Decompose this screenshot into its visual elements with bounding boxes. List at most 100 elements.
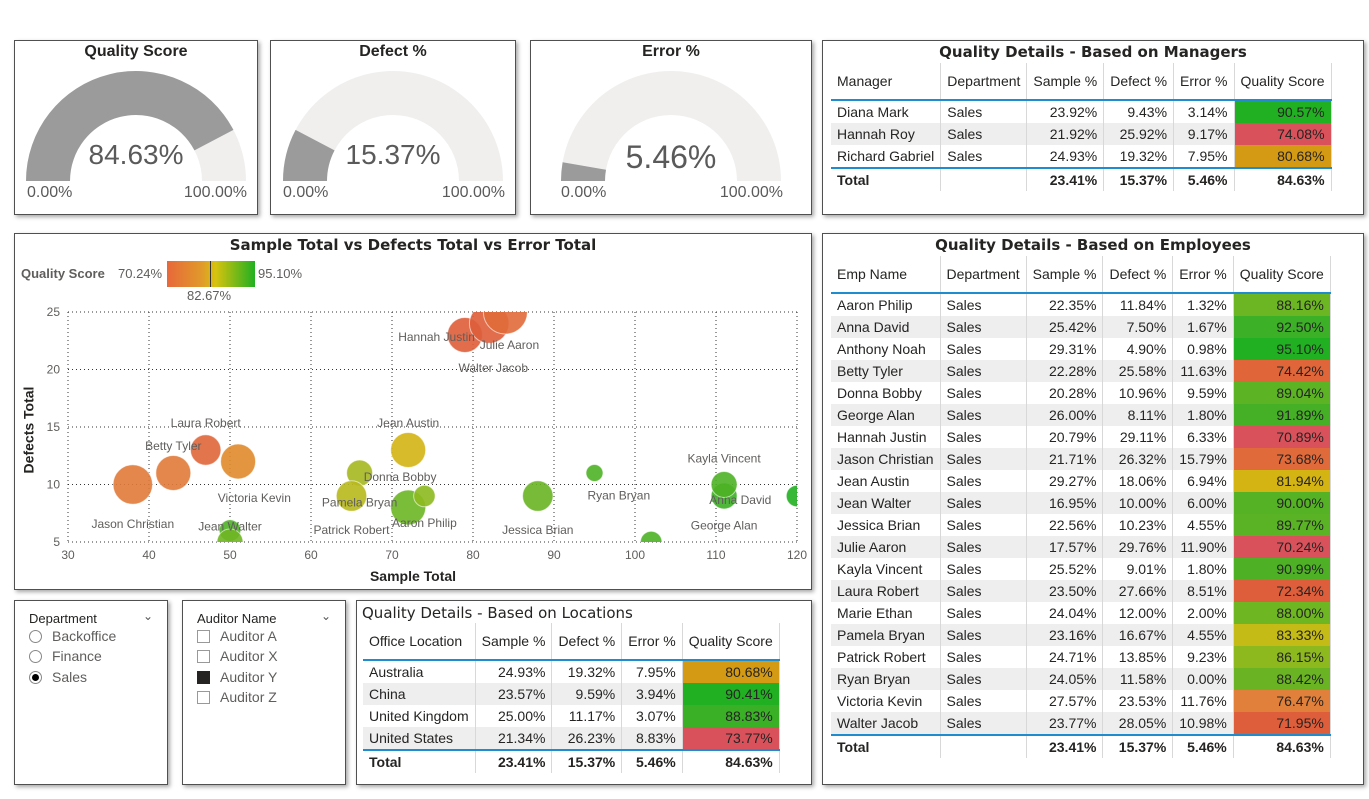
table-cell: 4.55% <box>1172 514 1234 536</box>
department-option-finance[interactable]: Finance <box>29 648 102 664</box>
scatter-point <box>482 312 528 335</box>
table-row[interactable]: China 23.57% 9.59% 3.94% 90.41% <box>363 683 780 705</box>
option-label: Auditor X <box>220 648 278 664</box>
table-row[interactable]: Betty Tyler Sales 22.28% 25.58% 11.63% 74.42% <box>831 360 1331 382</box>
table-row[interactable]: George Alan Sales 26.00% 8.11% 1.80% 91.89% <box>831 404 1331 426</box>
table-row[interactable]: Ryan Bryan Sales 24.05% 11.58% 0.00% 88.42% <box>831 668 1331 690</box>
table-cell: 9.01% <box>1102 558 1174 580</box>
column-header[interactable]: Department <box>940 256 1027 294</box>
chevron-down-icon[interactable]: ⌄ <box>321 609 331 623</box>
table-cell: Sales <box>940 492 1027 514</box>
table-row[interactable]: United States 21.34% 26.23% 8.83% 73.77% <box>363 727 780 750</box>
table-cell: 23.50% <box>1026 580 1104 602</box>
table-cell: 18.06% <box>1102 470 1174 492</box>
table-row[interactable]: Walter Jacob Sales 23.77% 28.05% 10.98% 71.95… <box>831 712 1331 735</box>
table-row[interactable]: United Kingdom 25.00% 11.17% 3.07% 88.83% <box>363 705 780 727</box>
table-cell: 11.17% <box>551 705 623 727</box>
table-cell: 9.59% <box>551 683 623 705</box>
column-header[interactable]: Quality Score <box>1234 63 1332 101</box>
checkbox-checked-icon[interactable] <box>197 670 210 684</box>
employees-table: Emp Name Department Sample % Defect % Error … <box>831 256 1331 758</box>
table-row[interactable]: Hannah Justin Sales 20.79% 29.11% 6.33% 70.89… <box>831 426 1331 448</box>
chevron-down-icon[interactable]: ⌄ <box>143 609 153 623</box>
table-row[interactable]: Donna Bobby Sales 20.28% 10.96% 9.59% 89.04% <box>831 382 1331 404</box>
table-row[interactable]: Julie Aaron Sales 17.57% 29.76% 11.90% 70.24% <box>831 536 1331 558</box>
column-header[interactable]: Quality Score <box>1233 256 1331 294</box>
checkbox-icon[interactable] <box>197 629 210 643</box>
table-cell: 23.16% <box>1026 624 1104 646</box>
table-cell: 86.15% <box>1233 646 1331 668</box>
table-row[interactable]: Diana Mark Sales 23.92% 9.43% 3.14% 90.57% <box>831 100 1332 123</box>
table-row[interactable]: Marie Ethan Sales 24.04% 12.00% 2.00% 88.00% <box>831 602 1331 624</box>
scatter-point <box>220 443 257 480</box>
table-row[interactable]: Patrick Robert Sales 24.71% 13.85% 9.23% 86.1… <box>831 646 1331 668</box>
table-row[interactable]: Pamela Bryan Sales 23.16% 16.67% 4.55% 83.33% <box>831 624 1331 646</box>
table-cell: 3.94% <box>621 683 683 705</box>
table-row[interactable]: Jessica Brian Sales 22.56% 10.23% 4.55% 89.77… <box>831 514 1331 536</box>
column-header[interactable]: Defect % <box>1102 256 1174 294</box>
column-header[interactable]: Manager <box>831 63 942 101</box>
table-cell: Jean Austin <box>831 470 941 492</box>
column-header[interactable]: Error % <box>1172 256 1234 294</box>
table-cell: 3.07% <box>621 705 683 727</box>
table-cell: 22.56% <box>1026 514 1104 536</box>
department-option-sales[interactable]: Sales <box>29 669 87 685</box>
table-cell: 24.71% <box>1026 646 1104 668</box>
column-header[interactable]: Department <box>940 63 1028 101</box>
column-header[interactable]: Sample % <box>1026 256 1104 294</box>
table-cell: Sales <box>940 404 1027 426</box>
column-header[interactable]: Quality Score <box>682 623 780 661</box>
table-cell: 88.42% <box>1233 668 1331 690</box>
checkbox-icon[interactable] <box>197 649 210 663</box>
radio-icon[interactable] <box>29 649 42 663</box>
point-label: Hannah Justin <box>398 330 475 344</box>
table-row[interactable]: Hannah Roy Sales 21.92% 25.92% 9.17% 74.08% <box>831 123 1332 145</box>
table-cell: Ryan Bryan <box>831 668 941 690</box>
option-label: Auditor A <box>220 628 277 644</box>
table-cell: 13.85% <box>1102 646 1174 668</box>
table-row[interactable]: Kayla Vincent Sales 25.52% 9.01% 1.80% 90.99% <box>831 558 1331 580</box>
table-cell: 7.95% <box>1173 145 1235 168</box>
table-row[interactable]: Richard Gabriel Sales 24.93% 19.32% 7.95% 80.… <box>831 145 1332 168</box>
column-header[interactable]: Error % <box>1173 63 1235 101</box>
column-header[interactable]: Defect % <box>551 623 623 661</box>
column-header[interactable]: Sample % <box>1026 63 1105 101</box>
checkbox-icon[interactable] <box>197 690 210 704</box>
column-header[interactable]: Sample % <box>475 623 553 661</box>
column-header[interactable]: Office Location <box>363 623 476 661</box>
table-cell: 23.53% <box>1102 690 1174 712</box>
table-row[interactable]: Jean Austin Sales 29.27% 18.06% 6.94% 81.94% <box>831 470 1331 492</box>
scatter-point <box>785 484 797 508</box>
table-row[interactable]: Victoria Kevin Sales 27.57% 23.53% 11.76% 76.… <box>831 690 1331 712</box>
locations-table: Office Location Sample % Defect % Error % Qu… <box>363 623 780 773</box>
table-row[interactable]: Jean Walter Sales 16.95% 10.00% 6.00% 90.00% <box>831 492 1331 514</box>
table-row[interactable]: Aaron Philip Sales 22.35% 11.84% 1.32% 88.16% <box>831 293 1331 316</box>
table-cell: 8.51% <box>1172 580 1234 602</box>
auditor-option-x[interactable]: Auditor X <box>197 648 278 664</box>
table-cell: Jean Walter <box>831 492 941 514</box>
table-cell: 73.77% <box>682 727 780 750</box>
table-row[interactable]: Anthony Noah Sales 29.31% 4.90% 0.98% 95.10% <box>831 338 1331 360</box>
x-axis-label: Sample Total <box>369 568 457 584</box>
column-header[interactable]: Error % <box>621 623 683 661</box>
table-cell: 3.14% <box>1173 100 1235 123</box>
x-tick-label: 80 <box>466 548 480 562</box>
table-row[interactable]: Jason Christian Sales 21.71% 26.32% 15.79% 73… <box>831 448 1331 470</box>
department-option-backoffice[interactable]: Backoffice <box>29 628 116 644</box>
radio-selected-icon[interactable] <box>29 670 42 684</box>
column-header[interactable]: Emp Name <box>831 256 941 294</box>
total-row: Total 23.41% 15.37% 5.46% 84.63% <box>363 749 780 773</box>
auditor-option-a[interactable]: Auditor A <box>197 628 277 644</box>
table-row[interactable]: Laura Robert Sales 23.50% 27.66% 8.51% 72.34% <box>831 580 1331 602</box>
table-cell: Sales <box>940 293 1027 316</box>
table-cell: Aaron Philip <box>831 293 941 316</box>
table-row[interactable]: Australia 24.93% 19.32% 7.95% 80.68% <box>363 660 780 683</box>
column-header[interactable]: Defect % <box>1103 63 1175 101</box>
auditor-option-y[interactable]: Auditor Y <box>197 669 277 685</box>
y-tick-label: 5 <box>53 535 60 549</box>
radio-icon[interactable] <box>29 629 42 643</box>
point-label: Jean Austin <box>377 416 439 430</box>
auditor-option-z[interactable]: Auditor Z <box>197 689 277 705</box>
table-row[interactable]: Anna David Sales 25.42% 7.50% 1.67% 92.50% <box>831 316 1331 338</box>
point-label: Laura Robert <box>171 416 242 430</box>
